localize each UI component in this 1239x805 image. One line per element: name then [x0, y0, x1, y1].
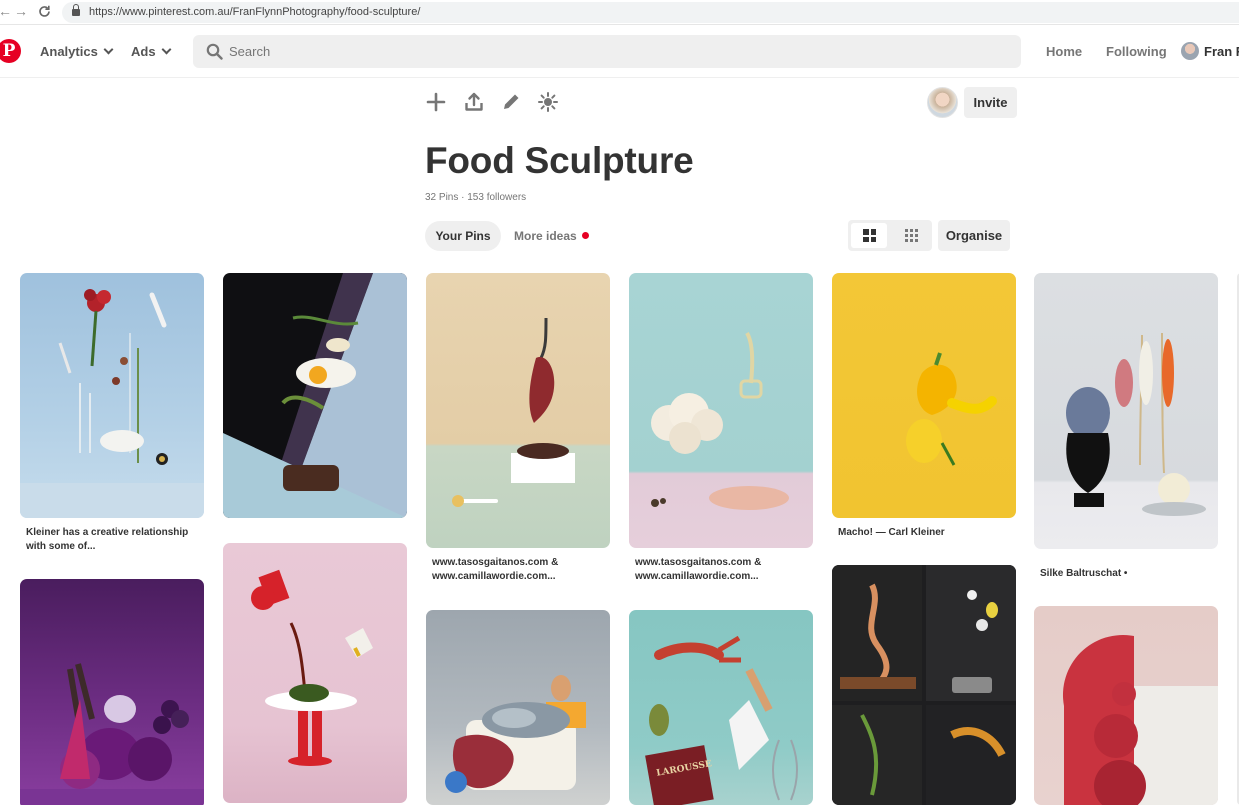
user-name-link[interactable]: Fran Fl: [1204, 44, 1239, 59]
pin-image[interactable]: [832, 565, 1016, 805]
search-bar: [193, 35, 1021, 68]
grid-small-icon: [905, 229, 918, 242]
url-text[interactable]: https://www.pinterest.com.au/FranFlynnPh…: [89, 6, 420, 18]
cauliflower-illustration: [651, 331, 789, 510]
board-stats: 32 Pins · 153 followers: [425, 192, 527, 203]
pin-caption[interactable]: Macho! — Carl Kleiner: [838, 526, 1016, 540]
pin-image[interactable]: [832, 273, 1016, 518]
compact-view-button[interactable]: [893, 223, 929, 248]
hanging-meat-illustration: [452, 317, 575, 507]
pin-image[interactable]: [223, 543, 407, 803]
edit-pencil-icon[interactable]: [500, 91, 522, 113]
purple-vegetables-illustration: [20, 663, 204, 805]
grid-view-button[interactable]: [851, 223, 887, 248]
vase-vegetables-illustration: [1066, 332, 1206, 516]
pomegranate-illustration: [1062, 634, 1218, 805]
organise-button[interactable]: Organise: [938, 220, 1010, 251]
collaborator-avatar[interactable]: [927, 87, 958, 118]
floating-egg-illustration: [223, 273, 407, 518]
plus-icon[interactable]: [425, 91, 447, 113]
pin-image[interactable]: [223, 273, 407, 518]
pouring-sauce-illustration: [251, 569, 373, 766]
search-icon: [206, 43, 223, 60]
pinterest-logo-icon[interactable]: P: [0, 39, 21, 63]
pin-image[interactable]: [426, 610, 610, 805]
chevron-down-icon: [161, 44, 172, 55]
pin-caption[interactable]: Kleiner has a creative relationship with…: [26, 526, 204, 554]
pepper-lemon-illustration: [906, 352, 997, 466]
pin-image[interactable]: [20, 579, 204, 805]
ads-label: Ads: [131, 44, 156, 59]
grid-large-icon: [863, 229, 876, 242]
chevron-down-icon: [103, 44, 114, 55]
pin-image[interactable]: [1034, 606, 1218, 805]
pin-caption[interactable]: www.tasosgaitanos.com & www.camillawordi…: [432, 556, 610, 584]
notification-dot: [582, 232, 589, 239]
share-icon[interactable]: [463, 91, 485, 113]
pin-image[interactable]: [629, 273, 813, 548]
floating-ingredients-grid-illustration: [832, 565, 1016, 805]
following-link[interactable]: Following: [1106, 44, 1167, 59]
home-link[interactable]: Home: [1046, 44, 1082, 59]
tidy-up-sparkle-icon[interactable]: [537, 91, 559, 113]
search-input[interactable]: [229, 35, 989, 68]
floating-flowers-illustration: [20, 289, 204, 518]
analytics-label: Analytics: [40, 44, 98, 59]
stacked-fish-illustration: [445, 675, 586, 793]
ads-menu[interactable]: Ads: [131, 44, 172, 59]
address-bar[interactable]: https://www.pinterest.com.au/FranFlynnPh…: [62, 2, 1239, 23]
pin-image[interactable]: [1034, 273, 1218, 549]
lobster-book-illustration: LAROUSSE: [645, 635, 798, 805]
tab-more-ideas[interactable]: More ideas: [514, 221, 577, 251]
lock-icon: [72, 4, 80, 16]
view-toggle: [848, 220, 932, 251]
forward-arrow-icon[interactable]: →: [14, 3, 28, 19]
pin-image[interactable]: [426, 273, 610, 548]
invite-button[interactable]: Invite: [964, 87, 1017, 118]
browser-bar: ← → https://www.pinterest.com.au/FranFly…: [0, 0, 1239, 25]
back-arrow-icon[interactable]: ←: [0, 3, 12, 19]
reload-icon[interactable]: [38, 5, 51, 18]
pin-caption[interactable]: www.tasosgaitanos.com & www.camillawordi…: [635, 556, 813, 584]
pin-image[interactable]: [20, 273, 204, 518]
board-title: Food Sculpture: [425, 140, 694, 181]
site-header: P Analytics Ads Home Following Fran Fl: [0, 26, 1239, 78]
analytics-menu[interactable]: Analytics: [40, 44, 114, 59]
user-avatar[interactable]: [1181, 42, 1199, 60]
tab-your-pins[interactable]: Your Pins: [425, 221, 501, 251]
pin-image[interactable]: LAROUSSE: [629, 610, 813, 805]
pin-caption[interactable]: Silke Baltruschat •: [1040, 567, 1218, 581]
